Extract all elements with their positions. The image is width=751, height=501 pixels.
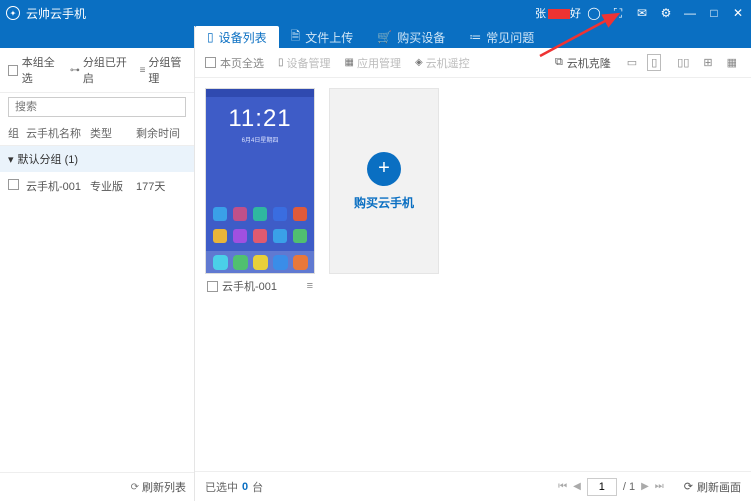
select-all-page-checkbox[interactable]: 本页全选 (205, 55, 264, 71)
tab-device-list[interactable]: ▯设备列表 (195, 26, 279, 48)
pager: ⏮ ◀ / 1 ▶ ⏭ ⟳刷新画面 (558, 478, 741, 496)
page-input[interactable] (587, 478, 617, 496)
device-menu-icon[interactable]: ≡ (307, 280, 313, 292)
clone-button[interactable]: ⧉云机克隆 (555, 55, 611, 71)
page-prev-icon[interactable]: ◀ (573, 481, 581, 492)
upload-icon: 🗎 (291, 27, 301, 48)
selected-count: 已选中 0 台 (205, 479, 263, 495)
sidebar-toolbar: 本组全选 ⊶分组已开启 ≡分组管理 (0, 48, 194, 93)
sidebar: 本组全选 ⊶分组已开启 ≡分组管理 组 云手机名称 类型 剩余时间 ▾ 默认分组… (0, 26, 195, 501)
view-card-icon[interactable]: ▯ (647, 54, 661, 71)
search-input[interactable] (8, 97, 186, 117)
refresh-icon: ⟳ (684, 480, 693, 493)
maximize-icon[interactable]: □ (707, 7, 721, 19)
select-all-group-checkbox[interactable]: 本组全选 (8, 54, 60, 86)
page-last-icon[interactable]: ⏭ (655, 481, 664, 492)
tab-buy-device[interactable]: 🛒购买设备 (365, 26, 457, 48)
view-list-icon[interactable]: ▭ (623, 54, 641, 71)
refresh-page-button[interactable]: ⟳刷新画面 (684, 479, 741, 495)
group-row[interactable]: ▾ 默认分组 (1) (0, 146, 194, 172)
cloud-control-button[interactable]: ◈云机遥控 (415, 55, 470, 71)
device-icon: ▯ (207, 30, 214, 44)
device-card[interactable]: 11:21 6月4日星期四 云手机-001 ≡ (205, 88, 315, 298)
window-buttons: ◯ ⛶ ✉ ⚙ — □ ✕ (587, 7, 745, 19)
tab-faq[interactable]: ≔常见问题 (457, 26, 546, 48)
faq-icon: ≔ (469, 30, 481, 44)
phone-clock: 11:21 (206, 105, 314, 133)
phone-preview[interactable]: 11:21 6月4日星期四 (205, 88, 315, 274)
message-icon[interactable]: ✉ (635, 7, 649, 19)
account-icon[interactable]: ◯ (587, 7, 601, 19)
phone-checkbox[interactable] (8, 179, 19, 190)
clone-icon: ⧉ (555, 56, 563, 69)
app-manage-button[interactable]: ▦应用管理 (345, 55, 401, 71)
device-label: 云手机-001 (222, 278, 277, 294)
grid-2-icon[interactable]: ▯▯ (673, 54, 693, 71)
sidebar-columns: 组 云手机名称 类型 剩余时间 (0, 121, 194, 146)
grid-9-icon[interactable]: ▦ (723, 54, 741, 71)
cart-icon: 🛒 (377, 30, 392, 44)
phone-date: 6月4日星期四 (206, 135, 314, 144)
refresh-list-button[interactable]: ⟳刷新列表 (131, 479, 186, 495)
fullscreen-icon[interactable]: ⛶ (611, 7, 625, 19)
tab-file-upload[interactable]: 🗎文件上传 (279, 26, 366, 48)
page-total: / 1 (623, 481, 635, 493)
app-title: 云帅云手机 (26, 5, 86, 22)
plus-icon: + (367, 152, 401, 186)
main-toolbar: 本页全选 ▯设备管理 ▦应用管理 ◈云机遥控 ⧉云机克隆 ▭ ▯ ▯▯ ⊞ ▦ (195, 48, 751, 78)
buy-device-label: 购买云手机 (354, 194, 414, 211)
main-footer: 已选中 0 台 ⏮ ◀ / 1 ▶ ⏭ ⟳刷新画面 (195, 471, 751, 501)
buy-device-card[interactable]: + 购买云手机 (329, 88, 439, 274)
tabs: ▯设备列表 🗎文件上传 🛒购买设备 ≔常见问题 (195, 26, 751, 48)
phone-row[interactable]: 云手机-001 专业版 177天 (0, 172, 194, 200)
title-bar: ✦ 云帅云手机 张好 ◯ ⛶ ✉ ⚙ — □ ✕ (0, 0, 751, 26)
group-manage-button[interactable]: ≡分组管理 (140, 54, 186, 86)
minimize-icon[interactable]: — (683, 7, 697, 19)
device-grid: 11:21 6月4日星期四 云手机-001 ≡ (195, 78, 751, 471)
page-next-icon[interactable]: ▶ (641, 481, 649, 492)
main-panel: ▯设备列表 🗎文件上传 🛒购买设备 ≔常见问题 本页全选 ▯设备管理 ▦应用管理… (195, 26, 751, 501)
chevron-down-icon: ▾ (8, 153, 14, 166)
settings-icon[interactable]: ⚙ (659, 7, 673, 19)
grid-4-icon[interactable]: ⊞ (699, 54, 716, 71)
device-checkbox[interactable] (207, 281, 218, 292)
user-name[interactable]: 张好 (535, 5, 581, 21)
page-first-icon[interactable]: ⏮ (558, 481, 567, 492)
redacted-icon (548, 9, 570, 19)
view-mode-buttons: ▭ ▯ (623, 54, 661, 71)
device-manage-button[interactable]: ▯设备管理 (278, 55, 331, 71)
group-opened-toggle[interactable]: ⊶分组已开启 (70, 54, 130, 86)
close-icon[interactable]: ✕ (731, 7, 745, 19)
app-logo-icon: ✦ (6, 6, 20, 20)
grid-size-buttons: ▯▯ ⊞ ▦ (673, 54, 741, 71)
